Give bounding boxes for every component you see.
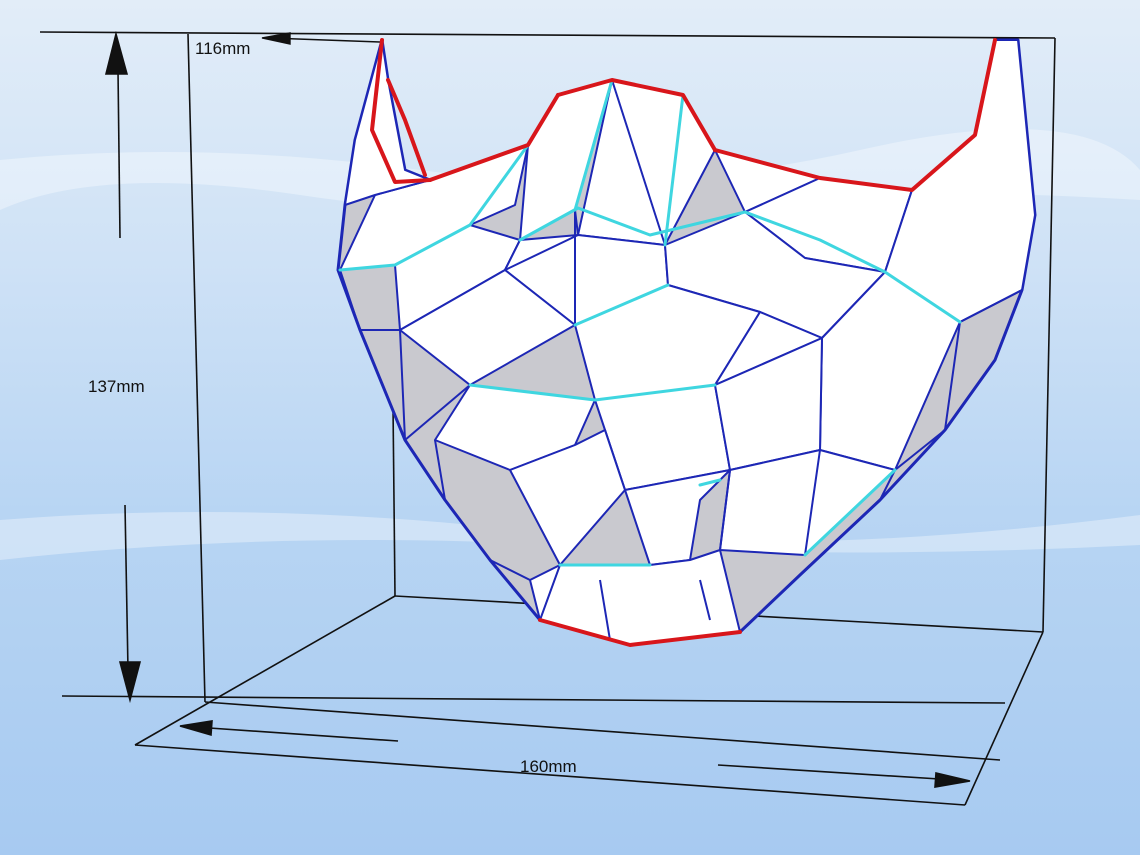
mask-faces <box>339 39 1036 646</box>
height-dimension <box>104 30 142 704</box>
height-line-upper <box>117 69 121 239</box>
width-line-right <box>717 764 956 781</box>
frame-base-line <box>61 695 1006 704</box>
arrow-left-icon <box>179 720 213 737</box>
width-line-left <box>194 726 399 742</box>
frame-floor-inner <box>204 701 1001 761</box>
frame-top-edge <box>39 31 1056 39</box>
frame-floor-right <box>964 631 1044 806</box>
low-poly-mask <box>336 38 1037 647</box>
arrow-right-icon <box>934 772 971 788</box>
height-label: 137mm <box>88 377 145 396</box>
mask-dimension-diagram: 116mm 137mm 160mm <box>0 30 1140 806</box>
frame-back-left-edge <box>187 33 206 703</box>
arrow-left-icon <box>261 32 291 45</box>
arrow-down-icon <box>118 661 142 704</box>
frame-floor-left <box>134 595 396 746</box>
width-label: 160mm <box>520 757 577 776</box>
arrow-up-icon <box>104 30 129 75</box>
depth-label: 116mm <box>195 39 250 58</box>
